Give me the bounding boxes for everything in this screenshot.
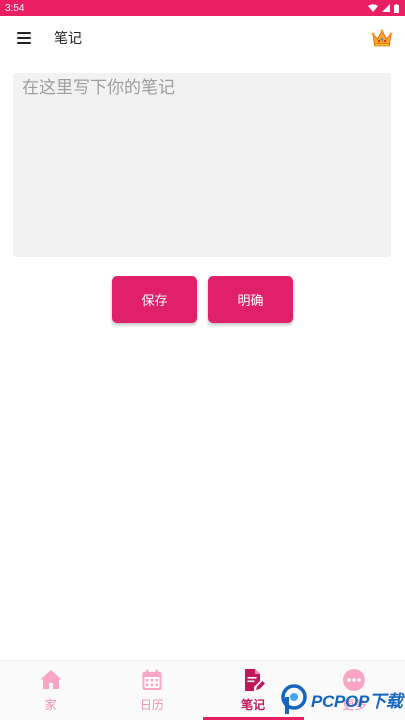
note-icon [245,669,266,691]
status-icons [368,3,399,13]
signal-icon [382,4,390,12]
status-time: 3:54 [5,2,25,14]
app-bar: 笔记 [0,16,405,60]
wifi-icon [368,4,378,12]
confirm-button[interactable]: 明确 [208,276,293,323]
note-input[interactable] [13,73,391,257]
save-button[interactable]: 保存 [112,276,197,323]
nav-label: 笔记 [241,698,266,712]
watermark: PCPOP下载 [280,682,405,716]
nav-item-calendar[interactable]: 日历 [101,661,202,720]
battery-icon [394,3,399,13]
status-bar: 3:54 [0,0,405,16]
nav-item-home[interactable]: 家 [0,661,101,720]
watermark-brand: PCPOP [311,691,370,711]
page-title: 笔记 [54,31,82,47]
watermark-text: PCPOP下载 [311,687,403,712]
watermark-suffix: 下载 [369,691,403,711]
crown-icon[interactable] [371,28,393,48]
home-icon [40,670,62,689]
hamburger-menu-icon[interactable] [17,32,31,44]
pcpop-logo-icon [281,684,307,714]
calendar-icon [142,669,162,690]
nav-label: 日历 [139,698,164,712]
nav-label: 家 [44,698,57,712]
